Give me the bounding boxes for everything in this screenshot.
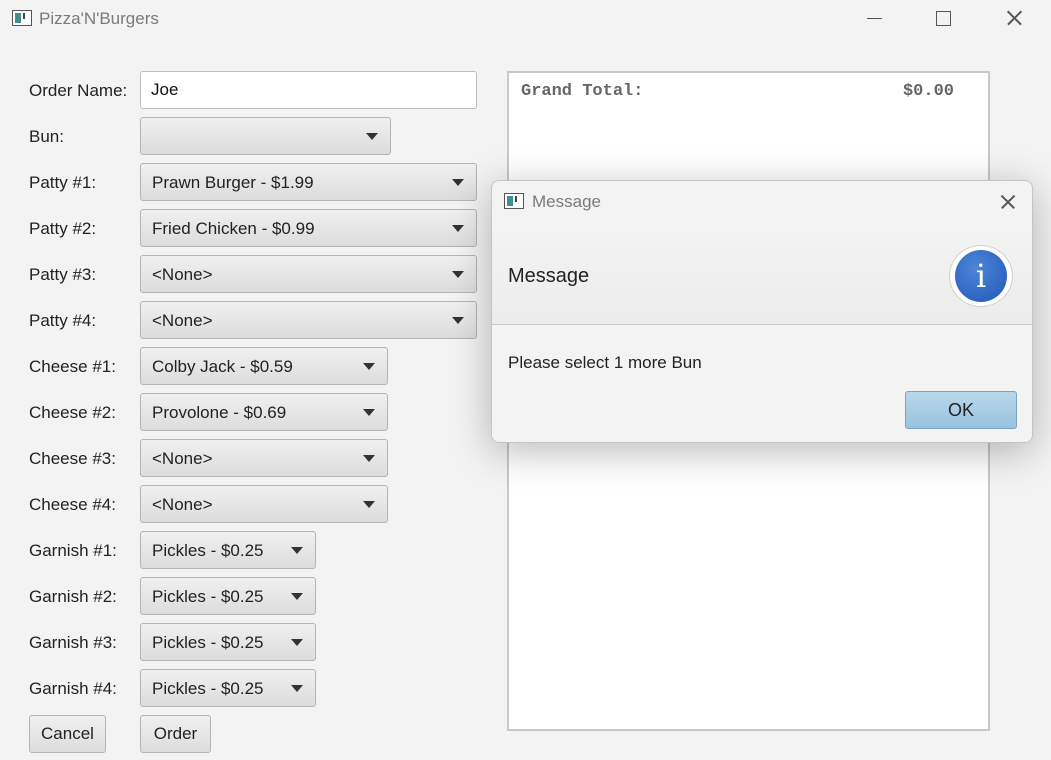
patty-2-select[interactable]: Fried Chicken - $0.99 [140, 209, 477, 247]
chevron-down-icon [291, 639, 303, 646]
garnish-4-select[interactable]: Pickles - $0.25 [140, 669, 316, 707]
patty-1-select[interactable]: Prawn Burger - $1.99 [140, 163, 477, 201]
patty-1-value: Prawn Burger - $1.99 [152, 173, 314, 192]
grand-total-label: Grand Total: [521, 82, 644, 101]
close-window-button[interactable] [991, 0, 1037, 38]
cheese-1-select[interactable]: Colby Jack - $0.59 [140, 347, 388, 385]
chevron-down-icon [363, 501, 375, 508]
cheese-4-select[interactable]: <None> [140, 485, 388, 523]
chevron-down-icon [452, 225, 464, 232]
minimize-button[interactable] [852, 0, 898, 38]
patty-4-select[interactable]: <None> [140, 301, 477, 339]
cheese-2-select[interactable]: Provolone - $0.69 [140, 393, 388, 431]
title-bar: Pizza'N'Burgers [0, 0, 1051, 38]
chevron-down-icon [291, 593, 303, 600]
dialog-close-button[interactable] [992, 189, 1022, 215]
garnish-2-value: Pickles - $0.25 [152, 587, 264, 606]
patty-1-label: Patty #1: [29, 173, 97, 192]
chevron-down-icon [452, 317, 464, 324]
chevron-down-icon [363, 409, 375, 416]
chevron-down-icon [363, 363, 375, 370]
cheese-3-select[interactable]: <None> [140, 439, 388, 477]
chevron-down-icon [291, 547, 303, 554]
message-dialog: Message Message i Please select 1 more B… [491, 180, 1033, 443]
window-title: Pizza'N'Burgers [39, 9, 159, 28]
garnish-1-value: Pickles - $0.25 [152, 541, 264, 560]
cheese-1-value: Colby Jack - $0.59 [152, 357, 293, 376]
grand-total-value: $0.00 [902, 82, 954, 101]
garnish-3-select[interactable]: Pickles - $0.25 [140, 623, 316, 661]
garnish-1-select[interactable]: Pickles - $0.25 [140, 531, 316, 569]
garnish-2-select[interactable]: Pickles - $0.25 [140, 577, 316, 615]
garnish-4-label: Garnish #4: [29, 679, 117, 698]
order-button[interactable]: Order [140, 715, 211, 753]
chevron-down-icon [452, 271, 464, 278]
info-icon: i [949, 245, 1013, 307]
patty-2-value: Fried Chicken - $0.99 [152, 219, 315, 238]
garnish-1-label: Garnish #1: [29, 541, 117, 560]
cheese-2-label: Cheese #2: [29, 403, 116, 422]
app-icon [504, 193, 524, 209]
garnish-3-label: Garnish #3: [29, 633, 117, 652]
chevron-down-icon [366, 133, 378, 140]
cheese-3-value: <None> [152, 449, 213, 468]
dialog-title: Message [532, 192, 601, 211]
patty-3-label: Patty #3: [29, 265, 97, 284]
ok-button[interactable]: OK [905, 391, 1017, 429]
info-glyph: i [955, 250, 1007, 302]
patty-3-value: <None> [152, 265, 213, 284]
dialog-header: Message i [492, 227, 1032, 325]
app-icon [12, 10, 32, 26]
cheese-1-label: Cheese #1: [29, 357, 116, 376]
chevron-down-icon [363, 455, 375, 462]
bun-select[interactable] [140, 117, 391, 155]
cheese-3-label: Cheese #3: [29, 449, 116, 468]
order-name-label: Order Name: [29, 81, 128, 100]
patty-4-label: Patty #4: [29, 311, 97, 330]
patty-3-select[interactable]: <None> [140, 255, 477, 293]
garnish-4-value: Pickles - $0.25 [152, 679, 264, 698]
cheese-4-value: <None> [152, 495, 213, 514]
order-name-input[interactable]: Joe [140, 71, 477, 109]
dialog-heading: Message [508, 265, 590, 287]
cheese-2-value: Provolone - $0.69 [152, 403, 287, 422]
garnish-3-value: Pickles - $0.25 [152, 633, 264, 652]
dialog-message: Please select 1 more Bun [508, 353, 702, 372]
chevron-down-icon [291, 685, 303, 692]
garnish-2-label: Garnish #2: [29, 587, 117, 606]
cheese-4-label: Cheese #4: [29, 495, 116, 514]
maximize-button[interactable] [920, 0, 966, 38]
patty-2-label: Patty #2: [29, 219, 97, 238]
cancel-button[interactable]: Cancel [29, 715, 106, 753]
bun-label: Bun: [29, 127, 64, 146]
patty-4-value: <None> [152, 311, 213, 330]
chevron-down-icon [452, 179, 464, 186]
